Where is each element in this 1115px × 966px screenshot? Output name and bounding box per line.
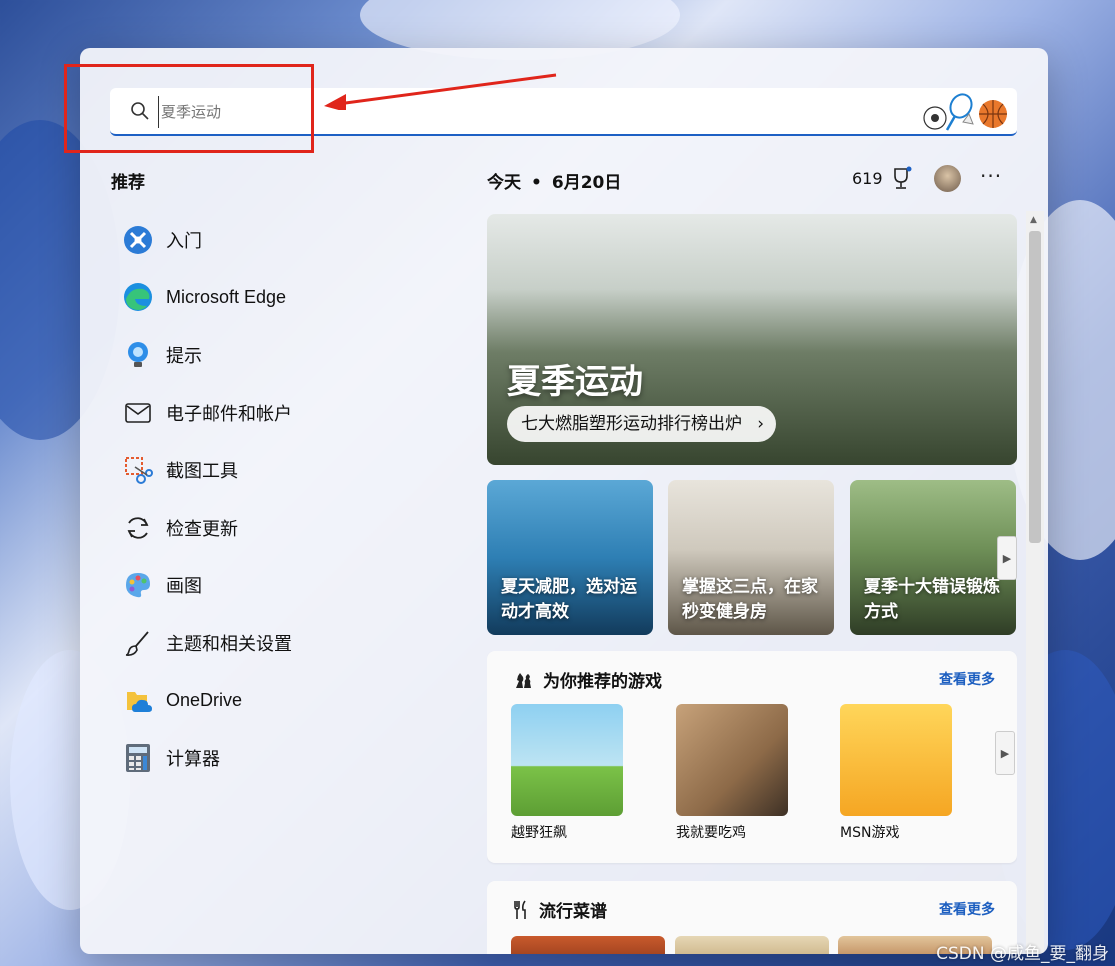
utensils-icon [514, 900, 526, 919]
calculator-icon [122, 742, 154, 774]
article-caption: 夏季十大错误锻炼方式 [864, 577, 1000, 622]
game-name: MSN游戏 [840, 825, 900, 841]
today-label: 今天 [487, 173, 521, 193]
recipe-thumbnail[interactable] [675, 936, 829, 954]
app-label: 截图工具 [166, 461, 238, 482]
games-card-title: 为你推荐的游戏 [543, 672, 662, 692]
games-card-header: 为你推荐的游戏 [513, 667, 662, 692]
hero-card[interactable]: 夏季运动 七大燃脂塑形运动排行榜出炉 › [487, 214, 1017, 465]
app-item-onedrive[interactable]: OneDrive [122, 672, 462, 730]
sports-illustration-icon [923, 93, 1007, 131]
app-label: 计算器 [166, 749, 220, 770]
app-item-calculator[interactable]: 计算器 [122, 729, 462, 787]
hero-link-label: 七大燃脂塑形运动排行榜出炉 [521, 414, 742, 434]
game-thumbnail [840, 704, 952, 816]
app-label: 提示 [166, 345, 202, 366]
app-item-tips[interactable]: 提示 [122, 326, 462, 384]
article-caption: 夏天减肥，选对运动才高效 [501, 577, 637, 622]
today-header: 今天 • 6月20日 [487, 168, 621, 193]
app-item-getstarted[interactable]: 入门 [122, 211, 462, 269]
rewards-points[interactable]: 619 [852, 169, 883, 188]
widgets-panel: 推荐 入门 Microsoft Edge 提示 电子邮件和帐户 [80, 48, 1048, 954]
annotation-arrow-icon [324, 73, 557, 110]
app-item-snipping[interactable]: 截图工具 [122, 441, 462, 499]
onedrive-icon [122, 685, 154, 717]
separator-dot: • [531, 173, 542, 193]
brush-icon [122, 627, 154, 659]
tiles-next-button[interactable]: ▶ [997, 536, 1017, 580]
article-tile[interactable]: 夏天减肥，选对运动才高效 [487, 480, 653, 635]
app-item-themes[interactable]: 主题和相关设置 [122, 614, 462, 672]
mail-icon [122, 397, 154, 429]
hero-link-button[interactable]: 七大燃脂塑形运动排行榜出炉 › [507, 406, 776, 442]
games-see-more-link[interactable]: 查看更多 [939, 669, 995, 689]
annotation-highlight-box [64, 64, 314, 153]
paint-icon [122, 569, 154, 601]
app-label: 画图 [166, 576, 202, 597]
games-card: 为你推荐的游戏 查看更多 越野狂飙 我就要吃鸡 MSN游戏 ▶ [487, 651, 1017, 863]
recipe-thumbnail[interactable] [511, 936, 665, 954]
chess-icon [516, 672, 531, 688]
game-name: 我就要吃鸡 [676, 825, 746, 841]
tips-icon [122, 339, 154, 371]
app-label: 电子邮件和帐户 [166, 403, 292, 424]
article-tile[interactable]: 夏季十大错误锻炼方式 [850, 480, 1016, 635]
getstarted-icon [122, 224, 154, 256]
edge-icon [122, 281, 154, 313]
game-item[interactable]: MSN游戏 [840, 704, 952, 842]
avatar[interactable] [934, 165, 961, 192]
app-item-edge[interactable]: Microsoft Edge [122, 269, 462, 327]
article-caption: 掌握这三点，在家秒变健身房 [682, 577, 818, 622]
games-next-button[interactable]: ▶ [995, 731, 1015, 775]
hero-title: 夏季运动 [507, 362, 643, 402]
recommended-app-list: 入门 Microsoft Edge 提示 电子邮件和帐户 截图工具 检查更新 画… [122, 211, 462, 787]
game-thumbnail [676, 704, 788, 816]
article-tile[interactable]: 掌握这三点，在家秒变健身房 [668, 480, 834, 635]
app-label: 检查更新 [166, 518, 238, 539]
recipes-card-title: 流行菜谱 [539, 902, 607, 922]
rewards-trophy-icon[interactable] [890, 166, 912, 190]
more-options-icon[interactable]: ··· [980, 164, 1002, 188]
date-label: 6月20日 [551, 173, 622, 193]
game-name: 越野狂飙 [511, 825, 567, 841]
recipes-see-more-link[interactable]: 查看更多 [939, 899, 995, 919]
news-feed: 夏季运动 七大燃脂塑形运动排行榜出炉 › 夏天减肥，选对运动才高效 掌握这三点，… [487, 214, 1017, 954]
feed-scrollbar[interactable]: ▲ [1026, 211, 1044, 954]
game-item[interactable]: 我就要吃鸡 [676, 704, 788, 842]
snipping-tool-icon [122, 454, 154, 486]
refresh-icon [122, 512, 154, 544]
app-label: Microsoft Edge [166, 286, 287, 307]
app-item-check-updates[interactable]: 检查更新 [122, 499, 462, 557]
recipes-card-header: 流行菜谱 [513, 897, 607, 922]
game-item[interactable]: 越野狂飙 [511, 704, 623, 842]
app-item-mail[interactable]: 电子邮件和帐户 [122, 384, 462, 442]
scrollbar-thumb[interactable] [1029, 231, 1041, 543]
chevron-right-icon: › [757, 414, 764, 434]
article-tiles: 夏天减肥，选对运动才高效 掌握这三点，在家秒变健身房 夏季十大错误锻炼方式 ▶ [487, 480, 1017, 635]
watermark-text: CSDN @咸鱼_要_翻身 [936, 944, 1109, 964]
app-label: OneDrive [166, 690, 243, 711]
recommended-heading: 推荐 [111, 173, 145, 193]
app-label: 主题和相关设置 [166, 633, 292, 654]
game-thumbnail [511, 704, 623, 816]
app-item-paint[interactable]: 画图 [122, 557, 462, 615]
scroll-up-icon[interactable]: ▲ [1030, 215, 1037, 225]
app-label: 入门 [166, 230, 202, 251]
